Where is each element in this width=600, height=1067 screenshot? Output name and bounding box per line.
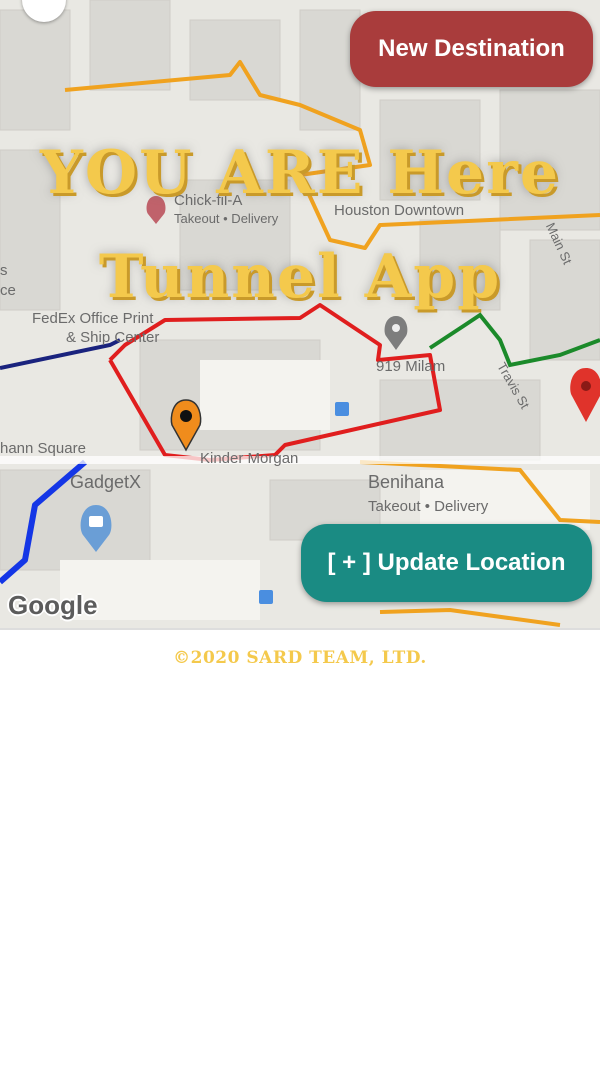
map-label-kinder-morgan: Kinder Morgan <box>200 450 299 467</box>
map-label-hann-square: hann Square <box>0 440 86 457</box>
copyright-text: ©2020 SARD TEAM, LTD. <box>173 648 427 668</box>
map-label-fedex-line1: FedEx Office Print <box>32 310 154 327</box>
map-label-gadgetx: GadgetX <box>70 472 142 492</box>
map-label-benihana-takeout: Takeout • Delivery <box>368 498 489 515</box>
title-line-1: YOU ARE Here <box>40 138 560 208</box>
location-pin-grey <box>384 316 408 350</box>
title-line-2: Tunnel App <box>98 242 502 312</box>
google-attribution: Google <box>8 590 98 620</box>
new-destination-button[interactable]: New Destination <box>350 11 593 87</box>
map-label-919-milam: 919 Milam <box>376 358 446 375</box>
map-label-benihana: Benihana <box>368 472 445 492</box>
map-label-chick-takeout: Takeout • Delivery <box>174 211 279 226</box>
location-pin-red[interactable] <box>570 368 600 422</box>
map-label-fedex-line2: & Ship Center <box>66 329 160 346</box>
update-location-button[interactable]: [ + ] Update Location <box>301 524 592 602</box>
